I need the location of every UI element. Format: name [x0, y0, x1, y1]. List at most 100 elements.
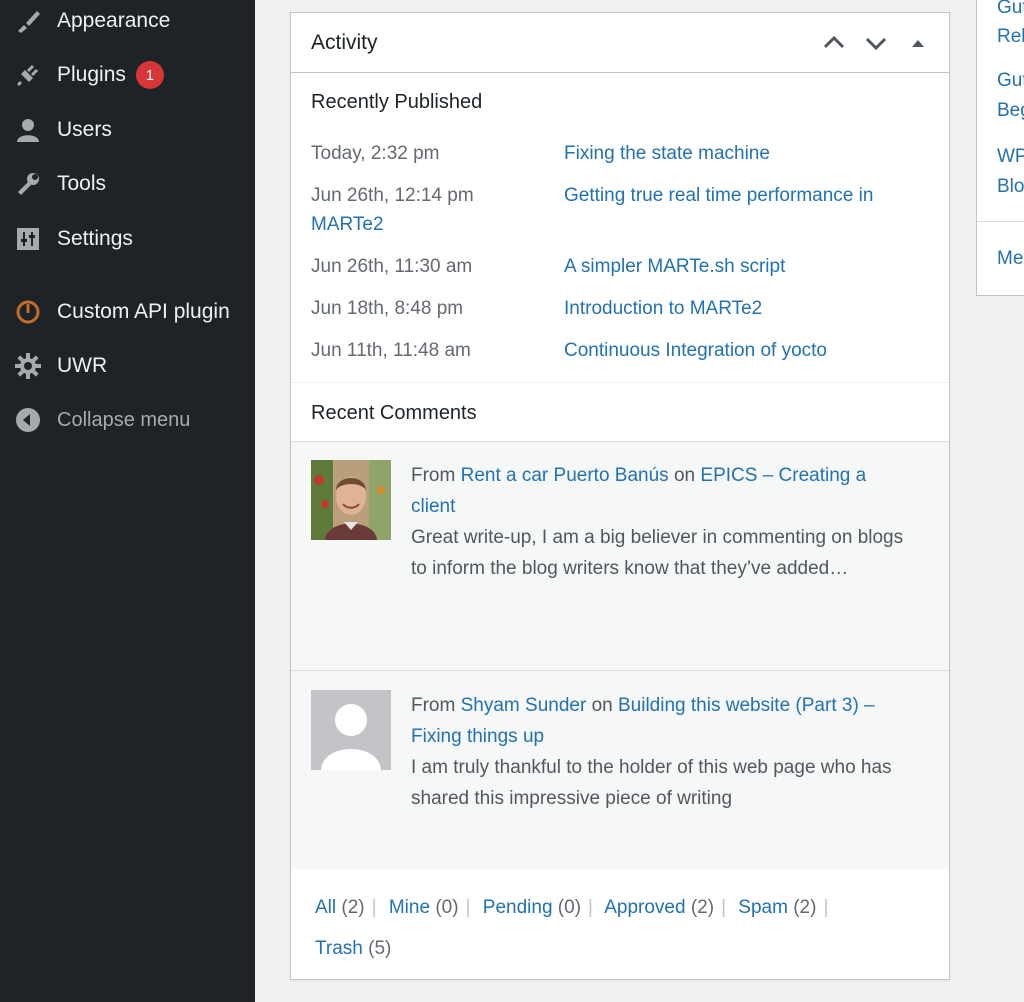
list-item: Jun 26th, 12:14 pm Getting true real time…: [311, 181, 931, 239]
comment-author-link[interactable]: Rent a car Puerto Banús: [461, 465, 669, 486]
filter-count: (2): [690, 897, 715, 918]
sidebar-item-label: Plugins: [57, 63, 126, 86]
comment-on-label: on: [673, 465, 696, 486]
gear-icon: [13, 351, 43, 381]
post-date: Jun 11th, 11:48 am: [311, 340, 471, 361]
filter-mine-link[interactable]: Mine: [389, 897, 430, 918]
separator: |: [465, 897, 471, 918]
recent-comments-list: From Rent a car Puerto Banús on EPICS – …: [291, 441, 949, 869]
separator: |: [371, 897, 377, 918]
collapse-menu-label: Collapse menu: [57, 408, 191, 431]
sidebar-item-label: Users: [57, 118, 112, 141]
news-link[interactable]: Gut: [997, 70, 1024, 92]
post-link[interactable]: Continuous Integration of yocto: [564, 340, 827, 361]
users-icon: [13, 115, 43, 145]
sidebar-item-label: Settings: [57, 227, 133, 250]
list-item: Jun 18th, 8:48 pm Introduction to MARTe2: [311, 294, 931, 323]
post-date: Jun 18th, 8:48 pm: [311, 298, 464, 319]
sidebar-item-label: UWR: [57, 354, 108, 377]
post-link-continued[interactable]: MARTe2: [311, 214, 384, 235]
separator: |: [721, 897, 726, 918]
collapse-arrow-icon: [13, 405, 43, 435]
sidebar-item-label: Tools: [57, 172, 107, 195]
comment-meta: From Shyam Sunder on Building this websi…: [411, 690, 911, 752]
triangle-up-icon: [912, 39, 924, 47]
settings-icon: [13, 224, 43, 254]
comment-from-label: From: [411, 465, 456, 486]
paintbrush-icon: [13, 6, 43, 36]
sidebar-item-users[interactable]: Users: [0, 110, 255, 150]
list-item: Jun 26th, 11:30 am A simpler MARTe.sh scr…: [311, 252, 931, 281]
move-down-button[interactable]: [863, 30, 889, 56]
post-link[interactable]: Getting true real time performance in: [564, 185, 873, 206]
widget-title: Activity: [311, 30, 378, 54]
activity-widget: Activity Recently Published Today, 2:32 …: [290, 12, 950, 980]
comment-from-label: From: [411, 695, 456, 716]
comment-excerpt: Great write-up, I am a big believer in c…: [411, 527, 904, 579]
comment-body: From Rent a car Puerto Banús on EPICS – …: [411, 460, 911, 584]
sidebar-item-appearance[interactable]: Appearance: [0, 1, 255, 41]
sidebar-item-custom-api-plugin[interactable]: Custom API plugin: [0, 292, 255, 332]
recently-published-list: Today, 2:32 pm Fixing the state machine J…: [311, 139, 931, 378]
default-avatar-icon: [311, 690, 391, 770]
filter-count: (2): [341, 897, 365, 918]
comment-excerpt: I am truly thankful to the holder of thi…: [411, 757, 892, 809]
post-link[interactable]: Introduction to MARTe2: [564, 298, 762, 319]
avatar[interactable]: [311, 460, 391, 540]
filter-approved-link[interactable]: Approved: [604, 897, 685, 918]
post-date: Jun 26th, 12:14 pm: [311, 185, 474, 206]
custom-api-icon: [13, 297, 43, 327]
list-item: Today, 2:32 pm Fixing the state machine: [311, 139, 931, 168]
filter-count: (2): [793, 897, 817, 918]
filter-spam-link[interactable]: Spam: [738, 897, 788, 918]
plugin-icon: [13, 60, 43, 90]
separator: |: [588, 897, 593, 918]
filter-count: (0): [435, 897, 459, 918]
filter-trash-link[interactable]: Trash: [315, 938, 363, 959]
sidebar-item-settings[interactable]: Settings: [0, 219, 255, 259]
post-link[interactable]: Fixing the state machine: [564, 143, 770, 164]
sidebar-item-tools[interactable]: Tools: [0, 164, 255, 204]
admin-sidebar: Appearance Plugins 1 Users Tools Setting…: [0, 0, 255, 1002]
widget-divider: [977, 221, 1024, 222]
post-link[interactable]: A simpler MARTe.sh script: [564, 256, 785, 277]
sidebar-item-uwr[interactable]: UWR: [0, 346, 255, 386]
update-count-badge: 1: [135, 61, 164, 89]
chevron-down-icon: [865, 37, 887, 50]
avatar[interactable]: [311, 690, 391, 770]
widget-header: Activity: [291, 13, 949, 73]
comment-author-link[interactable]: Shyam Sunder: [461, 695, 587, 716]
collapse-menu-button[interactable]: Collapse menu: [0, 400, 255, 440]
sidebar-item-label: Custom API plugin: [57, 300, 230, 323]
news-link[interactable]: Blo: [997, 176, 1024, 198]
news-link[interactable]: WP: [997, 146, 1024, 168]
section-divider: [291, 382, 949, 383]
news-link[interactable]: Beg: [997, 100, 1024, 122]
filter-all-link[interactable]: All: [315, 897, 336, 918]
news-link[interactable]: Gut: [997, 0, 1024, 19]
post-date: Today, 2:32 pm: [311, 143, 440, 164]
filter-pending-link[interactable]: Pending: [483, 897, 553, 918]
sidebar-item-plugins[interactable]: Plugins 1: [0, 55, 255, 95]
move-up-button[interactable]: [821, 30, 847, 56]
toggle-panel-button[interactable]: [905, 30, 931, 56]
comment-on-label: on: [591, 695, 613, 716]
filter-count: (0): [557, 897, 582, 918]
list-item: Jun 11th, 11:48 am Continuous Integration…: [311, 336, 931, 365]
comment-separator: [291, 670, 949, 671]
comment-meta: From Rent a car Puerto Banús on EPICS – …: [411, 460, 911, 522]
comment-body: From Shyam Sunder on Building this websi…: [411, 690, 911, 814]
news-link[interactable]: Rel: [997, 26, 1024, 48]
widget-controls: [821, 30, 931, 56]
chevron-up-icon: [823, 35, 845, 48]
filter-count: (5): [368, 938, 392, 959]
comment-filter-links: All (2) | Mine (0) | Pending (0) | Approved…: [315, 887, 915, 969]
sidebar-item-label: Appearance: [57, 9, 171, 32]
meetups-link[interactable]: Me: [997, 248, 1023, 270]
wrench-icon: [13, 169, 43, 199]
recently-published-heading: Recently Published: [311, 91, 483, 113]
separator: |: [823, 897, 829, 918]
commenter-photo: [311, 460, 391, 540]
recent-comments-heading: Recent Comments: [311, 402, 477, 424]
post-date: Jun 26th, 11:30 am: [311, 256, 473, 277]
